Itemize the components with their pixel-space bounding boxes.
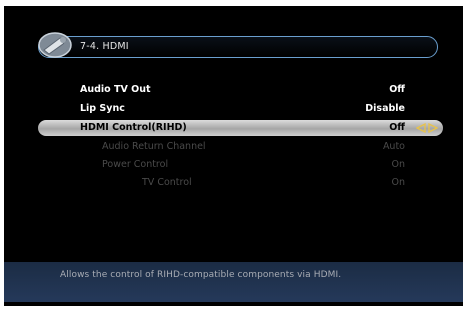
menu-item-value: On [391, 177, 406, 188]
page-title: 7-4. HDMI [80, 41, 129, 52]
menu-item-audio-tv-out[interactable]: Audio TV Out Off [4, 82, 463, 98]
menu-item-label: Lip Sync [80, 103, 125, 114]
menu-item-label: Power Control [102, 159, 169, 170]
help-text: Allows the control of RIHD-compatible co… [60, 270, 342, 280]
menu-item-value: Off [389, 122, 405, 133]
menu-item-label: HDMI Control(RIHD) [80, 122, 187, 133]
menu-item-hdmi-control[interactable]: HDMI Control(RIHD) Off [4, 120, 463, 136]
menu-item-power-control: Power Control On [4, 157, 463, 173]
wrench-icon [38, 32, 72, 58]
help-bar [4, 262, 463, 302]
osd-screen: 7-4. HDMI Audio TV Out Off Lip Sync Disa… [4, 6, 463, 306]
menu-item-label: Audio Return Channel [102, 141, 206, 152]
menu-item-value: Auto [382, 141, 405, 152]
menu-item-tv-control: TV Control On [4, 175, 463, 191]
menu-item-audio-return-channel: Audio Return Channel Auto [4, 139, 463, 155]
menu-item-value: Off [389, 84, 405, 95]
menu-item-value: Disable [365, 103, 405, 114]
menu-item-value: On [391, 159, 406, 170]
menu-item-lip-sync[interactable]: Lip Sync Disable [4, 101, 463, 117]
left-right-arrows-icon[interactable] [416, 123, 438, 133]
menu-item-label: TV Control [142, 177, 192, 188]
menu-item-label: Audio TV Out [80, 84, 151, 95]
